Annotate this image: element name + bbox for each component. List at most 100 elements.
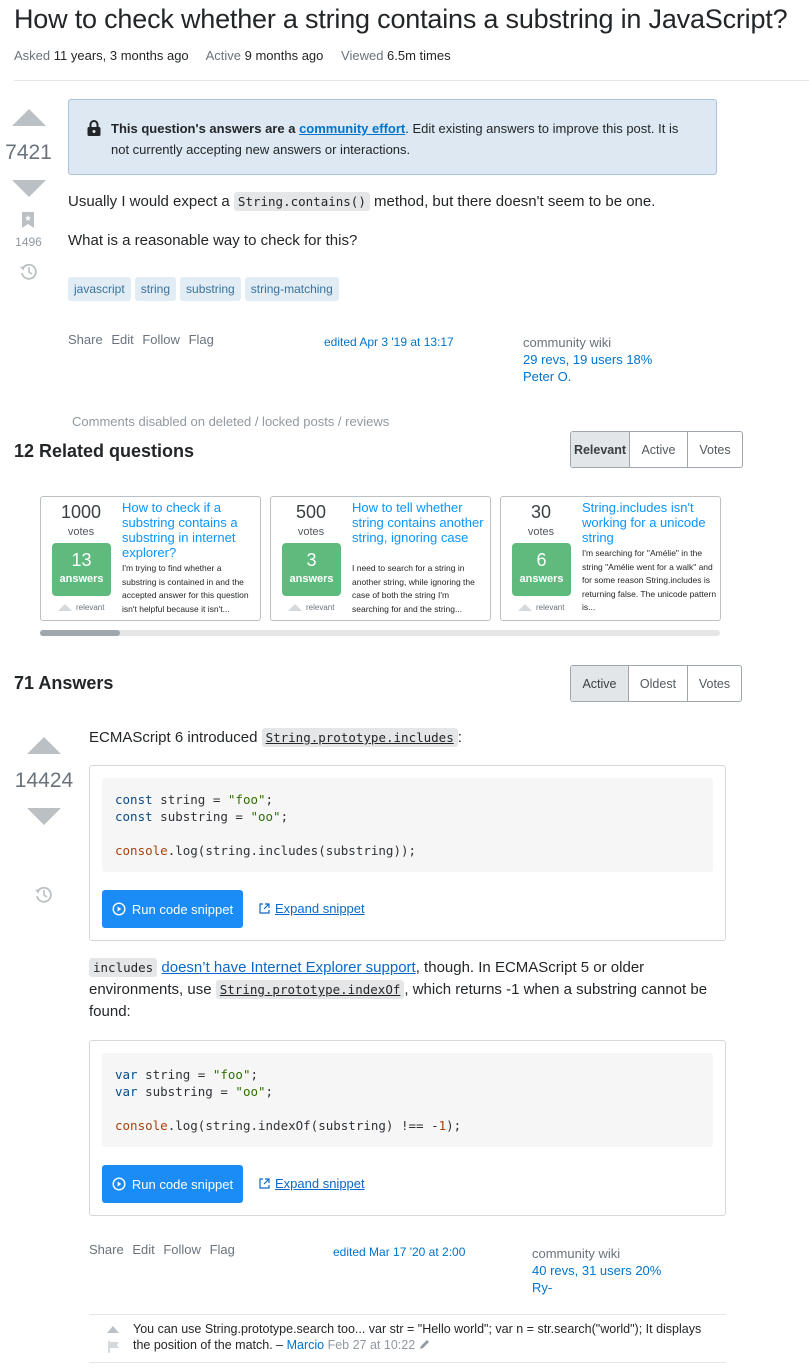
comment: You can use String.prototype.search too.…: [133, 1321, 713, 1353]
bookmark-count: 1496: [15, 235, 42, 249]
tab-votes[interactable]: Votes: [687, 432, 742, 467]
scrollbar-thumb[interactable]: [40, 630, 120, 636]
related-question-link[interactable]: How to tell whether string contains anot…: [352, 500, 486, 545]
comment-user-link[interactable]: Marcio: [287, 1338, 325, 1352]
tab-active[interactable]: Active: [629, 432, 687, 467]
code-snippet-2: var string = "foo"; var substring = "oo";…: [89, 1040, 726, 1216]
related-question-excerpt: I'm searching for "Amélie" in the string…: [582, 548, 717, 612]
ie-support-link[interactable]: doesn’t have Internet Explorer support: [161, 959, 415, 976]
play-icon: [112, 902, 126, 916]
flag-link[interactable]: Flag: [189, 332, 214, 347]
run-code-snippet-button[interactable]: Run code snippet: [102, 890, 243, 928]
relevant-label: relevant: [76, 603, 105, 612]
tab-oldest[interactable]: Oldest: [628, 666, 687, 701]
active-value[interactable]: 9 months ago: [245, 48, 324, 63]
expand-snippet-link[interactable]: Expand snippet: [259, 901, 365, 916]
edit-link[interactable]: Edit: [111, 332, 133, 347]
comments-disabled-note: Comments disabled on deleted / locked po…: [72, 414, 390, 429]
notice-bold: This question's answers are a: [111, 121, 296, 136]
related-vote-count: 500: [295, 502, 327, 522]
user-link[interactable]: Ry-: [532, 1279, 661, 1296]
share-link[interactable]: Share: [89, 1242, 124, 1257]
viewed-label: Viewed: [341, 48, 384, 63]
code-token: console: [115, 1118, 168, 1133]
code-token: const: [115, 809, 153, 824]
answer-downvote-button[interactable]: [27, 808, 61, 825]
answer-count-badge: 13 answers: [52, 543, 111, 596]
history-icon[interactable]: [34, 885, 53, 909]
tag-string-matching[interactable]: string-matching: [244, 277, 339, 301]
answer-edited-link[interactable]: edited Mar 17 '20 at 2:00: [333, 1245, 465, 1259]
code-token: ;: [280, 809, 289, 824]
code-snippet-1: const string = "foo"; const substring = "…: [89, 765, 726, 941]
page-title: How to check whether a string contains a…: [14, 4, 788, 34]
code-token: .log(string.indexOf(substring) !== -: [167, 1118, 439, 1133]
related-votes-label: votes: [527, 526, 555, 538]
includes-doc-link[interactable]: String.prototype.includes: [261, 728, 458, 747]
comment-flag-icon[interactable]: [108, 1340, 120, 1358]
code-token: var: [115, 1067, 138, 1082]
answer-count-badge: 6 answers: [512, 543, 571, 596]
related-card[interactable]: 500 votes 3 answers relevant How to tell…: [270, 496, 491, 621]
comment-upvote-icon[interactable]: [107, 1326, 119, 1333]
flag-link[interactable]: Flag: [210, 1242, 235, 1257]
edit-link[interactable]: Edit: [132, 1242, 154, 1257]
question-signature: community wiki 29 revs, 19 users 18% Pet…: [523, 334, 652, 385]
comment-timestamp[interactable]: Feb 27 at 10:22: [328, 1338, 416, 1352]
share-link[interactable]: Share: [68, 332, 103, 347]
answer-upvote-button[interactable]: [27, 737, 61, 754]
relevant-indicator: relevant: [288, 603, 334, 612]
tab-relevant[interactable]: Relevant: [571, 432, 629, 467]
related-question-link[interactable]: String.includes isn't working for a unic…: [582, 500, 716, 545]
tab-votes[interactable]: Votes: [687, 666, 741, 701]
history-icon[interactable]: [19, 262, 38, 286]
relevant-indicator: relevant: [58, 603, 104, 612]
revisions-link[interactable]: 40 revs, 31 users 20%: [532, 1262, 661, 1279]
answer-vote-count: 14424: [14, 769, 74, 792]
code-token: ;: [265, 1084, 274, 1099]
related-question-link[interactable]: How to check if a substring contains a s…: [122, 500, 256, 560]
question-edited-link[interactable]: edited Apr 3 '19 at 13:17: [324, 335, 454, 349]
answer-count: 6: [536, 550, 547, 570]
user-link[interactable]: Peter O.: [523, 368, 652, 385]
tag-substring[interactable]: substring: [180, 277, 241, 301]
question-downvote-button[interactable]: [12, 180, 46, 197]
bookmark-icon[interactable]: [22, 212, 34, 233]
follow-link[interactable]: Follow: [142, 332, 180, 347]
related-card[interactable]: 1000 votes 13 answers relevant How to ch…: [40, 496, 261, 621]
code-token: ;: [265, 792, 274, 807]
viewed-value: 6.5m times: [387, 48, 451, 63]
pencil-icon: [419, 1340, 429, 1349]
related-scrollbar[interactable]: [40, 630, 720, 636]
expand-snippet-link[interactable]: Expand snippet: [259, 1176, 365, 1191]
code-token: string =: [152, 792, 228, 807]
code-line: const string = "foo";: [115, 791, 700, 808]
tab-active[interactable]: Active: [571, 666, 628, 701]
answers-label: answers: [519, 573, 564, 585]
community-wiki-label: community wiki: [532, 1246, 621, 1261]
active-label: Active: [205, 48, 241, 63]
body-text: method, but there doesn't seem to be one…: [374, 193, 656, 210]
revisions-link[interactable]: 29 revs, 19 users 18%: [523, 351, 652, 368]
question-upvote-button[interactable]: [12, 109, 46, 126]
answers-label: answers: [59, 573, 104, 585]
lock-icon: [87, 120, 101, 142]
related-votes-label: votes: [297, 526, 325, 538]
related-card[interactable]: 30 votes 6 answers relevant String.inclu…: [500, 496, 721, 621]
tag-javascript[interactable]: javascript: [68, 277, 131, 301]
tag-string[interactable]: string: [134, 277, 177, 301]
code-token: "foo": [212, 1067, 251, 1082]
answer-sort-tabs: Active Oldest Votes: [570, 665, 742, 702]
indexof-doc-link[interactable]: String.prototype.indexOf: [215, 980, 405, 999]
answer-count: 13: [71, 550, 92, 570]
question-meta: Asked 11 years, 3 months ago Active 9 mo…: [14, 48, 465, 63]
question-body-line2: What is a reasonable way to check for th…: [68, 232, 358, 249]
follow-link[interactable]: Follow: [163, 1242, 201, 1257]
run-code-snippet-button[interactable]: Run code snippet: [102, 1165, 243, 1203]
triangle-icon: [58, 604, 72, 611]
related-vote-count: 30: [530, 502, 552, 522]
community-effort-link[interactable]: community effort: [299, 121, 405, 136]
relevant-label: relevant: [536, 603, 565, 612]
